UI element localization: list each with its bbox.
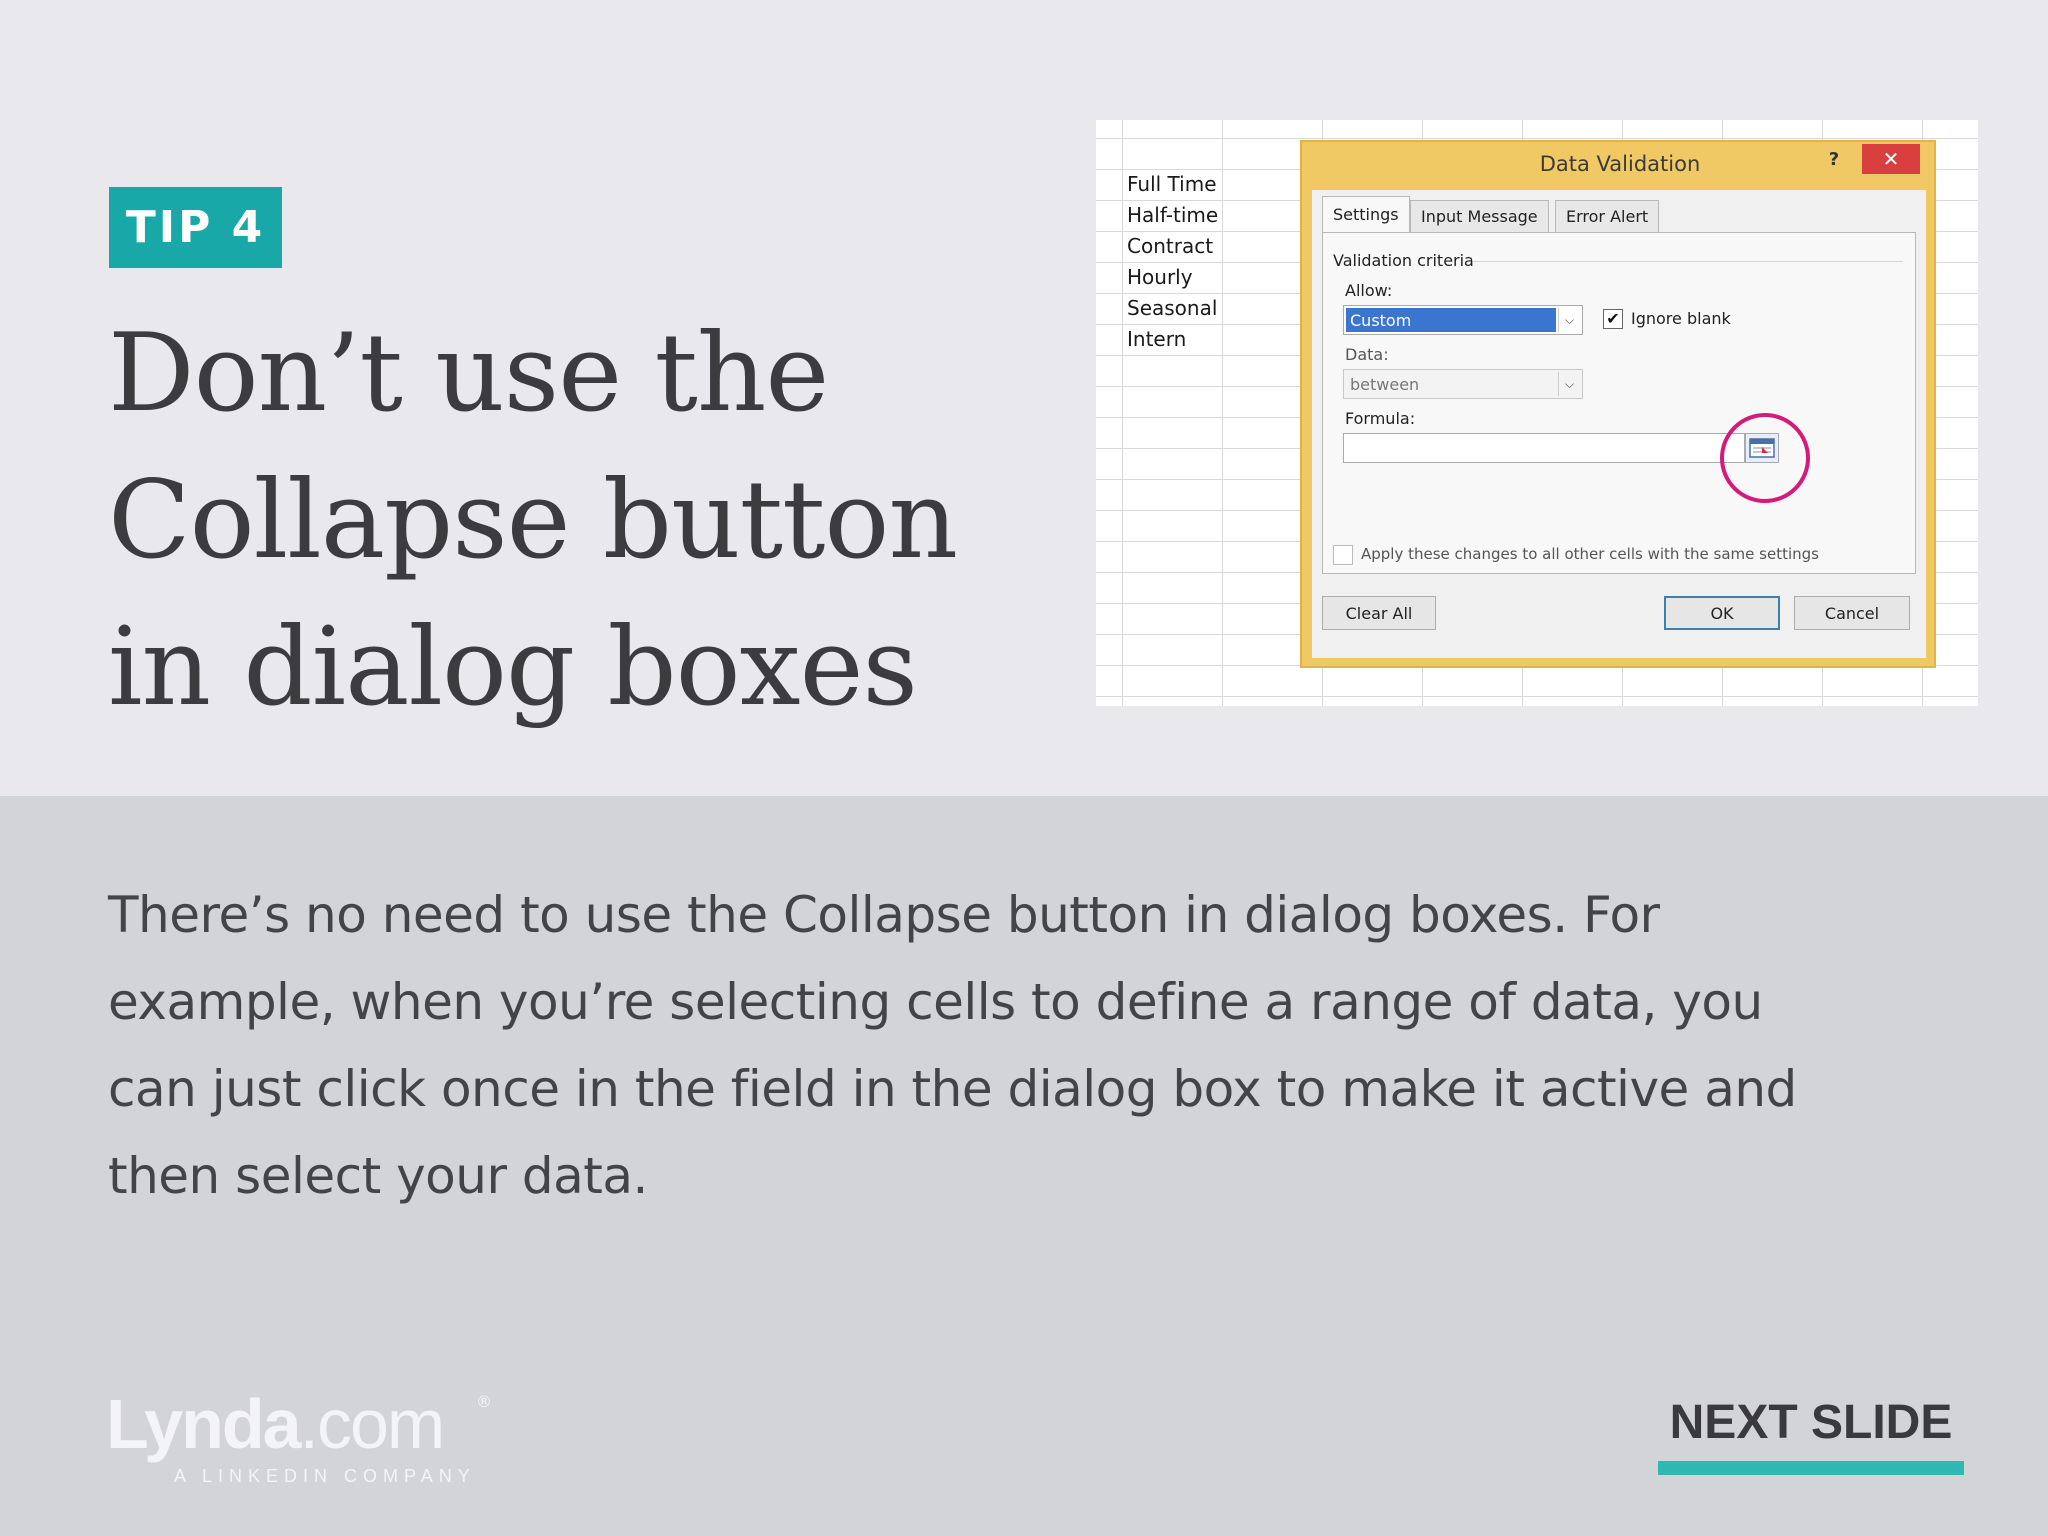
logo-domain: .com (299, 1385, 446, 1463)
excel-screenshot: Full Time Half-time Contract Hourly Seas… (1096, 120, 1978, 706)
data-label: Data: (1345, 345, 1389, 364)
grid-column-line (1122, 120, 1123, 706)
grid-column-line (1222, 120, 1223, 706)
chevron-down-icon[interactable]: ⌵ (1558, 308, 1580, 332)
ignore-blank-label: Ignore blank (1631, 309, 1731, 328)
spreadsheet-cell: Intern (1127, 327, 1187, 351)
close-button[interactable]: ✕ (1862, 144, 1920, 174)
tip-badge: TIP 4 (109, 187, 282, 268)
ignore-blank-checkbox[interactable]: ✔ (1603, 309, 1623, 329)
tab-settings[interactable]: Settings (1322, 196, 1410, 232)
settings-panel: Validation criteria Allow: Custom ⌵ ✔ Ig… (1322, 232, 1916, 574)
apply-all-checkbox[interactable] (1333, 545, 1353, 565)
formula-input[interactable] (1343, 433, 1745, 463)
logo-tagline: A LINKEDIN COMPANY (174, 1466, 476, 1486)
formula-label: Formula: (1345, 409, 1416, 428)
dialog-body: Settings Input Message Error Alert Valid… (1312, 190, 1926, 658)
allow-label: Allow: (1345, 281, 1393, 300)
headline-line: in dialog boxes (108, 605, 918, 730)
grid-row-line (1096, 138, 1978, 139)
spreadsheet-cell: Seasonal (1127, 296, 1218, 320)
allow-select[interactable]: Custom ⌵ (1343, 305, 1583, 335)
close-icon: ✕ (1882, 147, 1900, 171)
body-line: There’s no need to use the Collapse butt… (108, 886, 1660, 944)
check-icon: ✔ (1606, 309, 1620, 328)
registered-mark: ® (476, 1392, 492, 1411)
lynda-logo: Lynda.com ® A LINKEDIN COMPANY (106, 1384, 526, 1494)
help-button[interactable]: ? (1821, 146, 1847, 172)
data-select[interactable]: between ⌵ (1343, 369, 1583, 399)
body-line: then select your data. (108, 1147, 648, 1205)
chevron-down-icon[interactable]: ⌵ (1558, 372, 1580, 396)
ok-button[interactable]: OK (1664, 596, 1780, 630)
next-slide-underline (1658, 1461, 1964, 1475)
apply-all-label: Apply these changes to all other cells w… (1361, 545, 1819, 563)
body-line: can just click once in the field in the … (108, 1060, 1797, 1118)
spreadsheet-cell: Contract (1127, 234, 1214, 258)
spreadsheet-cell: Hourly (1127, 265, 1193, 289)
validation-criteria-label: Validation criteria (1333, 251, 1474, 270)
cancel-button[interactable]: Cancel (1794, 596, 1910, 630)
tab-input-message[interactable]: Input Message (1410, 200, 1549, 232)
data-select-value: between (1350, 374, 1420, 394)
data-validation-dialog: Data Validation ? ✕ Settings Input Messa… (1300, 140, 1936, 668)
group-divider (1473, 261, 1903, 262)
body-line: example, when you’re selecting cells to … (108, 973, 1763, 1031)
spreadsheet-cell: Full Time (1127, 172, 1217, 196)
headline-line: Collapse button (108, 458, 958, 583)
logo-wordmark: Lynda.com (106, 1384, 446, 1464)
spreadsheet-cell: Half-time (1127, 203, 1219, 227)
clear-all-button[interactable]: Clear All (1322, 596, 1436, 630)
headline-line: Don’t use the (108, 311, 829, 436)
slide-headline: Don’t use the Collapse button in dialog … (108, 300, 1008, 741)
grid-row-line (1096, 696, 1978, 697)
logo-brand: Lynda (106, 1385, 302, 1463)
highlight-circle (1720, 413, 1810, 503)
allow-select-value: Custom (1346, 308, 1556, 332)
slide-body-text: There’s no need to use the Collapse butt… (108, 872, 1808, 1220)
tab-error-alert[interactable]: Error Alert (1555, 200, 1660, 232)
